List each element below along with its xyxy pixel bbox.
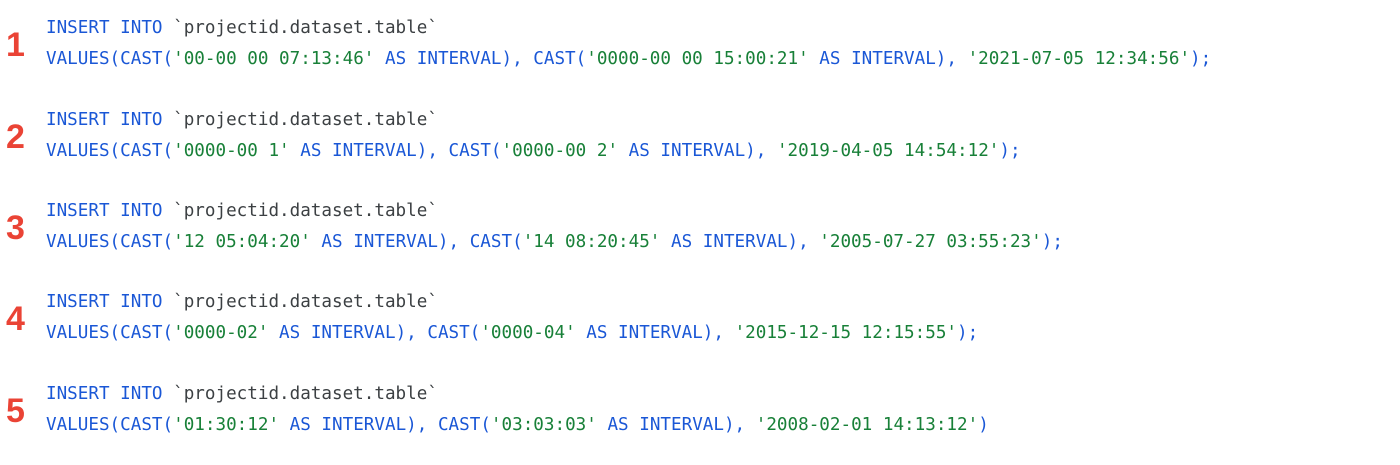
statement-number: 1 [6,26,25,64]
cast-keyword: CAST( [533,49,587,69]
sql-statement-5: 5 INSERT INTO `projectid.dataset.table` … [0,383,1400,453]
values-keyword: VALUES( [46,415,121,435]
insert-line: INSERT INTO `projectid.dataset.table` [46,383,438,405]
cast-keyword: CAST( [469,232,523,252]
interval-literal: '0000-02' [173,323,269,343]
table-name: `projectid.dataset.table` [173,18,438,38]
sql-statement-1: 1 INSERT INTO `projectid.dataset.table` … [0,17,1400,87]
as-interval-keyword: AS INTERVAL), [808,49,968,69]
as-interval-keyword: AS INTERVAL), [268,323,428,343]
timestamp-literal: '2008-02-01 14:13:12' [755,415,979,435]
as-interval-keyword: AS INTERVAL), [279,415,438,435]
as-interval-keyword: AS INTERVAL), [575,323,735,343]
statement-number: 5 [6,392,25,430]
insert-keyword: INSERT INTO [46,201,174,221]
statement-number: 2 [6,118,25,156]
values-line: VALUES(CAST('01:30:12' AS INTERVAL), CAS… [46,414,989,436]
sql-statement-2: 2 INSERT INTO `projectid.dataset.table` … [0,109,1400,179]
as-interval-keyword: AS INTERVAL), [374,49,534,69]
cast-keyword: CAST( [448,141,502,161]
cast-keyword: CAST( [120,415,174,435]
cast-keyword: CAST( [120,141,174,161]
timestamp-literal: '2005-07-27 03:55:23' [819,232,1042,252]
statement-end: ); [999,141,1021,161]
as-interval-keyword: AS INTERVAL), [660,232,820,252]
statement-number: 4 [6,300,25,338]
timestamp-literal: '2015-12-15 12:15:55' [734,323,958,343]
cast-keyword: CAST( [120,232,174,252]
sql-statement-4: 4 INSERT INTO `projectid.dataset.table` … [0,291,1400,361]
insert-line: INSERT INTO `projectid.dataset.table` [46,109,438,131]
sql-statement-3: 3 INSERT INTO `projectid.dataset.table` … [0,200,1400,270]
cast-keyword: CAST( [120,49,174,69]
insert-keyword: INSERT INTO [46,18,174,38]
insert-keyword: INSERT INTO [46,292,174,312]
statement-end: ); [957,323,979,343]
table-name: `projectid.dataset.table` [173,384,438,404]
interval-literal: '0000-00 2' [501,141,619,161]
table-name: `projectid.dataset.table` [173,201,438,221]
values-line: VALUES(CAST('12 05:04:20' AS INTERVAL), … [46,231,1063,253]
table-name: `projectid.dataset.table` [173,110,438,130]
insert-line: INSERT INTO `projectid.dataset.table` [46,200,438,222]
as-interval-keyword: AS INTERVAL), [596,415,756,435]
interval-literal: '14 08:20:45' [522,232,661,252]
statement-end: ) [978,415,989,435]
values-keyword: VALUES( [46,49,121,69]
values-line: VALUES(CAST('0000-00 1' AS INTERVAL), CA… [46,140,1021,162]
table-name: `projectid.dataset.table` [173,292,438,312]
timestamp-literal: '2019-04-05 14:54:12' [776,141,1000,161]
interval-literal: '01:30:12' [173,415,280,435]
insert-keyword: INSERT INTO [46,110,174,130]
statement-end: ); [1190,49,1212,69]
interval-literal: '03:03:03' [490,415,597,435]
as-interval-keyword: AS INTERVAL), [289,141,449,161]
as-interval-keyword: AS INTERVAL), [310,232,470,252]
values-line: VALUES(CAST('00-00 00 07:13:46' AS INTER… [46,48,1211,70]
cast-keyword: CAST( [120,323,174,343]
as-interval-keyword: AS INTERVAL), [618,141,777,161]
values-keyword: VALUES( [46,141,121,161]
interval-literal: '12 05:04:20' [173,232,311,252]
interval-literal: '0000-04' [480,323,576,343]
insert-keyword: INSERT INTO [46,384,174,404]
statement-number: 3 [6,209,25,247]
interval-literal: '0000-00 00 15:00:21' [586,49,809,69]
insert-line: INSERT INTO `projectid.dataset.table` [46,17,438,39]
insert-line: INSERT INTO `projectid.dataset.table` [46,291,438,313]
interval-literal: '0000-00 1' [173,141,290,161]
values-keyword: VALUES( [46,323,121,343]
timestamp-literal: '2021-07-05 12:34:56' [967,49,1191,69]
cast-keyword: CAST( [437,415,491,435]
cast-keyword: CAST( [427,323,481,343]
values-line: VALUES(CAST('0000-02' AS INTERVAL), CAST… [46,322,978,344]
interval-literal: '00-00 00 07:13:46' [173,49,375,69]
values-keyword: VALUES( [46,232,121,252]
statement-end: ); [1041,232,1063,252]
